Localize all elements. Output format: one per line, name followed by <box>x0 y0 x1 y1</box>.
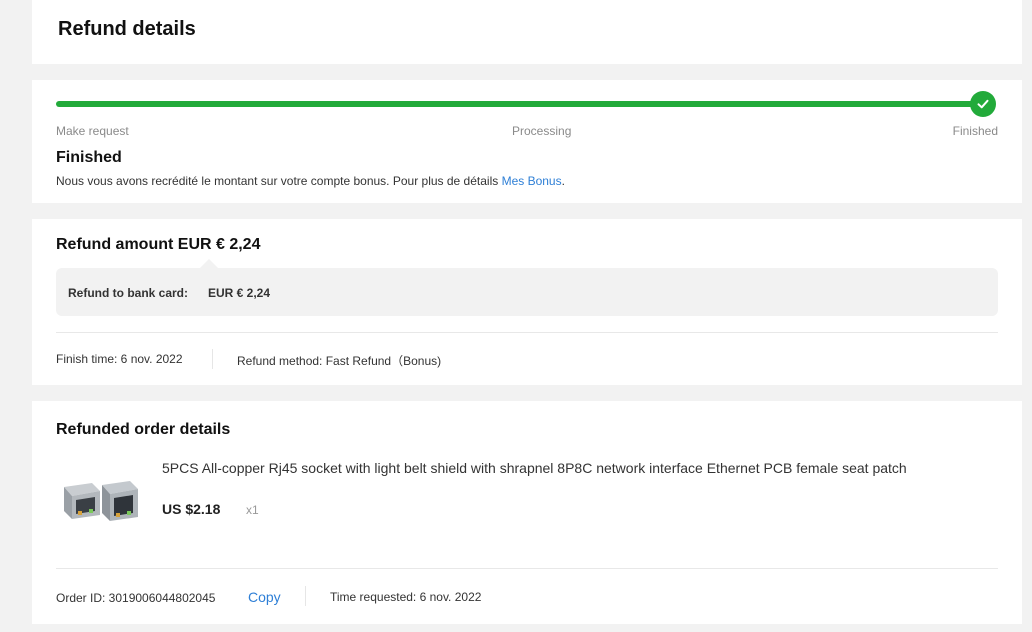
status-title: Finished <box>56 149 122 166</box>
check-icon <box>970 91 996 117</box>
separator <box>305 586 306 606</box>
step-make-request: Make request <box>56 124 129 138</box>
product-thumbnail[interactable] <box>58 475 144 527</box>
time-requested: Time requested: 6 nov. 2022 <box>330 590 482 604</box>
refund-details-page: Refund details Make request Processing F… <box>0 0 1032 632</box>
step-finished: Finished <box>952 124 998 138</box>
progress-track <box>56 101 984 107</box>
copy-order-id-button[interactable]: Copy <box>248 589 281 605</box>
product-quantity: x1 <box>246 503 259 517</box>
product-name[interactable]: 5PCS All-copper Rj45 socket with light b… <box>162 460 907 476</box>
product-price: US $2.18 <box>162 501 221 517</box>
order-title: Refunded order details <box>56 421 231 438</box>
page-title: Refund details <box>58 18 196 40</box>
separator <box>212 349 213 369</box>
refund-amount-title: Refund amount EUR € 2,24 <box>56 236 261 253</box>
divider <box>56 332 998 333</box>
bank-card-label: Refund to bank card: <box>68 286 189 300</box>
finish-time: Finish time: 6 nov. 2022 <box>56 352 183 366</box>
bank-card-value: EUR € 2,24 <box>208 286 271 300</box>
status-text: Nous vous avons recrédité le montant sur… <box>56 174 502 188</box>
box-pointer <box>200 259 218 268</box>
refund-amount-card: Refund amount EUR € 2,24 Refund to bank … <box>32 219 1022 385</box>
mes-bonus-link[interactable]: Mes Bonus <box>502 174 562 188</box>
refund-method: Refund method: Fast Refund（Bonus) <box>237 354 442 368</box>
divider <box>56 568 998 569</box>
step-processing: Processing <box>512 124 572 138</box>
progress-card: Make request Processing Finished Finishe… <box>32 80 1022 203</box>
refund-breakdown-box: Refund to bank card: EUR € 2,24 <box>56 268 998 316</box>
refunded-order-card: Refunded order details 5PCS All-copper R… <box>32 401 1022 624</box>
header-card: Refund details <box>32 0 1022 64</box>
status-description: Nous vous avons recrédité le montant sur… <box>56 174 565 188</box>
order-id: Order ID: 3019006044802045 <box>56 591 216 605</box>
status-end: . <box>561 174 565 188</box>
